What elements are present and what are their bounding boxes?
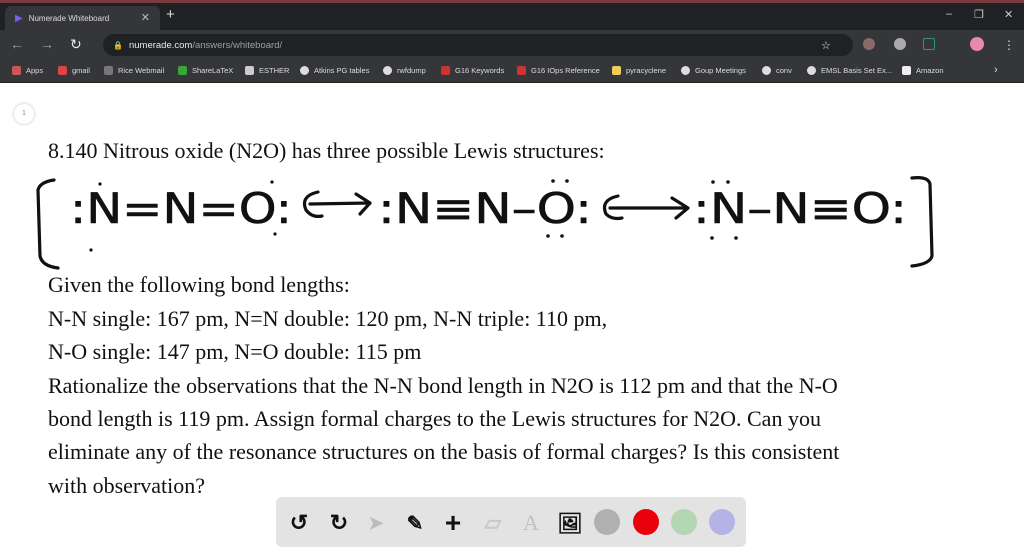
image-icon[interactable]: 🖼 [557, 510, 583, 536]
lewis-structure-1: :N=N=O: [70, 184, 292, 233]
close-window-icon[interactable]: ✕ [1004, 8, 1013, 21]
resonance-arrow-1 [302, 190, 372, 218]
new-tab-button[interactable]: + [166, 6, 175, 23]
bookmark-apps[interactable]: Apps [12, 66, 43, 75]
text-line: N-N single: 167 pm, N=N double: 120 pm, … [48, 306, 608, 331]
resonance-arrow-2 [602, 194, 690, 221]
page-number-button[interactable]: 1 [14, 104, 34, 124]
color-green[interactable] [671, 509, 697, 535]
color-red[interactable] [633, 509, 659, 535]
left-bracket [36, 178, 60, 270]
bookmark-g16-keywords[interactable]: G16 Keywords [441, 66, 504, 75]
bookmark-esther[interactable]: ESTHER [245, 66, 289, 75]
extension-icon[interactable] [923, 38, 935, 50]
tab-title: Numerade Whiteboard [28, 13, 110, 23]
question-title: 8.140 Nitrous oxide (N2O) has three poss… [48, 138, 605, 163]
extension-icon[interactable] [863, 38, 875, 50]
text-line: Rationalize the observations that the N-… [48, 373, 838, 398]
bookmark-pyracyclene[interactable]: pyracyclene [612, 66, 666, 75]
star-icon[interactable]: ☆ [821, 39, 831, 52]
text-line: eliminate any of the resonance structure… [48, 439, 840, 464]
avatar[interactable] [970, 37, 984, 51]
color-lavender[interactable] [709, 509, 735, 535]
url-input[interactable]: 🔒 numerade.com/answers/whiteboard/ ☆ [103, 34, 853, 56]
text-line: with observation? [48, 473, 206, 498]
bookmarks-bar: Apps gmail Rice Webmail ShareLaTeX ESTHE… [0, 60, 1024, 83]
bookmark-conv[interactable]: conv [762, 66, 792, 75]
lewis-structure-2: :N≡N–O: [378, 184, 592, 233]
tab-numerade-whiteboard[interactable]: ▶ Numerade Whiteboard ✕ [5, 6, 160, 30]
right-bracket [910, 176, 934, 268]
extension-icon[interactable] [894, 38, 906, 50]
handwritten-lewis-structures: :N=N=O: :N≡N–O: :N–N≡O: [36, 176, 934, 270]
close-tab-icon[interactable]: ✕ [141, 11, 150, 24]
bookmark-goup-meetings[interactable]: Goup Meetings [681, 66, 746, 75]
forward-icon[interactable]: → [40, 36, 54, 52]
lewis-structure-3: :N–N≡O: [693, 184, 907, 233]
bookmark-sharelatex[interactable]: ShareLaTeX [178, 66, 233, 75]
pencil-icon[interactable]: ✎ [402, 510, 428, 536]
minimize-icon[interactable]: – [946, 8, 952, 20]
text-line: N-O single: 147 pm, N=O double: 115 pm [48, 339, 422, 364]
color-gray[interactable] [594, 509, 620, 535]
bookmark-gmail[interactable]: gmail [58, 66, 90, 75]
url-host: numerade.com [128, 39, 193, 51]
address-bar-row: ← → ↻ 🔒 numerade.com/answers/whiteboard/… [0, 30, 1024, 60]
more-bookmarks-icon[interactable]: › [994, 64, 998, 76]
back-icon[interactable]: ← [10, 36, 24, 52]
text-line: Given the following bond lengths: [48, 272, 350, 297]
redo-icon[interactable]: ↻ [326, 510, 352, 536]
bookmark-emsl[interactable]: EMSL Basis Set Ex... [807, 66, 892, 75]
whiteboard-page[interactable]: 1 8.140 Nitrous oxide (N2O) has three po… [0, 84, 1024, 554]
menu-icon[interactable]: ⋮ [1003, 38, 1015, 52]
bookmark-amazon[interactable]: Amazon [902, 66, 944, 75]
bookmark-g16-iops[interactable]: G16 IOps Reference [517, 66, 600, 75]
url-path: /answers/whiteboard/ [192, 39, 283, 51]
pointer-icon[interactable]: ➤ [363, 510, 389, 536]
text-tool-icon[interactable]: A [518, 510, 544, 536]
bookmark-rice-webmail[interactable]: Rice Webmail [104, 66, 164, 75]
restore-icon[interactable]: ❐ [974, 8, 984, 21]
reload-icon[interactable]: ↻ [70, 36, 82, 53]
undo-icon[interactable]: ↺ [286, 510, 312, 536]
whiteboard-toolbar: ↺ ↻ ➤ ✎ + ▱ A 🖼 [276, 497, 746, 547]
tab-bar: ▶ Numerade Whiteboard ✕ + – ❐ ✕ [0, 3, 1024, 30]
eraser-icon[interactable]: ▱ [480, 510, 506, 536]
lock-icon: 🔒 [113, 40, 123, 50]
numerade-logo-icon: ▶ [15, 12, 23, 24]
bookmark-atkins[interactable]: Atkins PG tables [300, 66, 369, 75]
text-line: bond length is 119 pm. Assign formal cha… [48, 406, 821, 431]
bookmark-rwfdump[interactable]: rwfdump [383, 66, 426, 75]
plus-icon[interactable]: + [440, 507, 466, 538]
